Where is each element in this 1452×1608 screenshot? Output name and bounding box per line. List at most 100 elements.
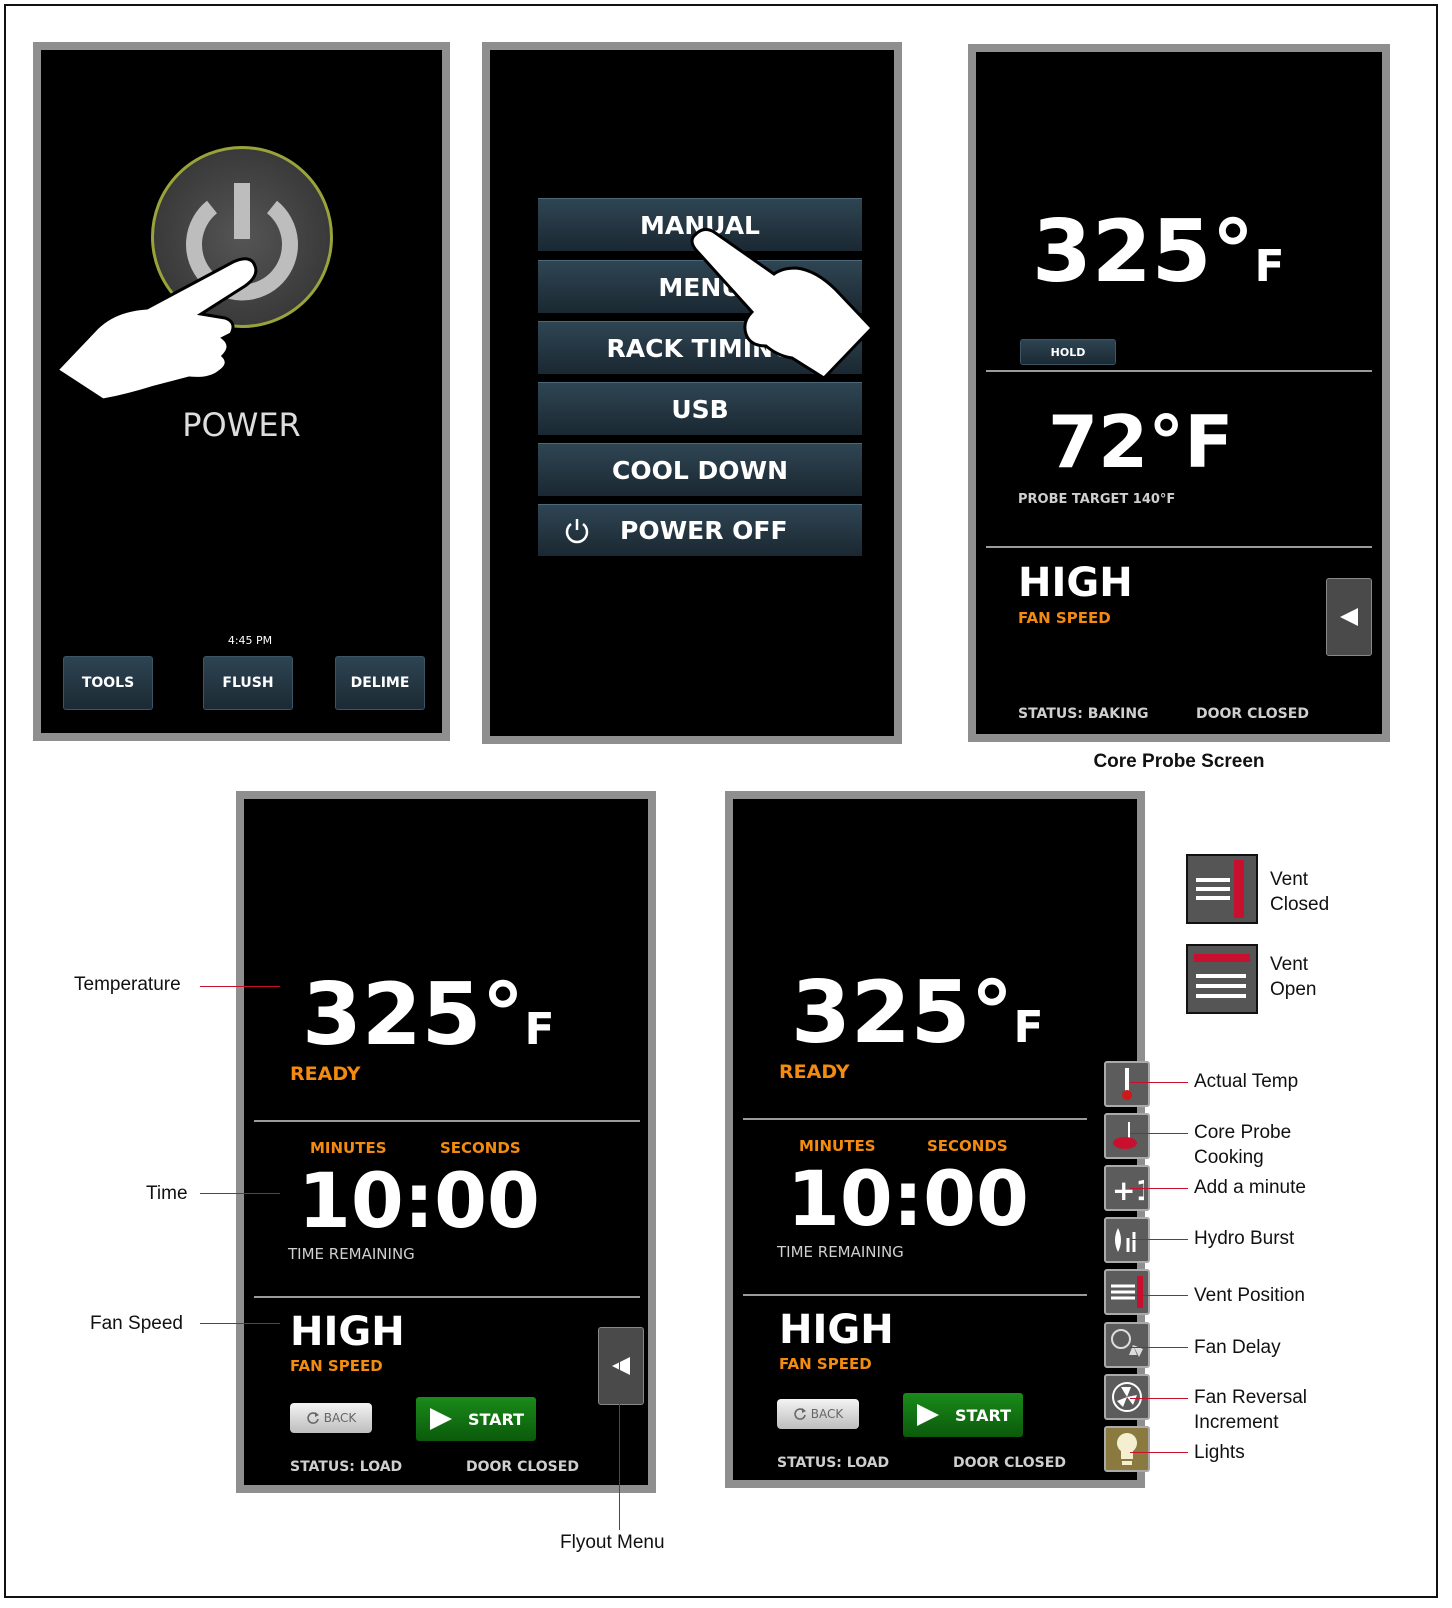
add-minute-annotation: Add a minute: [1194, 1177, 1306, 1198]
time-remaining-label: TIME REMAINING: [777, 1243, 904, 1261]
fan-reversal-annotation: Fan Reversal Increment: [1194, 1387, 1307, 1433]
fan-speed-value[interactable]: HIGH: [779, 1307, 894, 1353]
clock-time: 4:45 PM: [227, 634, 273, 647]
lights-button[interactable]: [1104, 1426, 1150, 1472]
power-icon: [565, 518, 589, 543]
menu-screen: MANUAL MENU RACK TIMING USB COOL DOWN PO…: [482, 42, 902, 744]
temperature-value: 325°: [791, 963, 1014, 1063]
door-status: DOOR CLOSED: [1196, 706, 1309, 722]
divider: [743, 1294, 1087, 1296]
power-screen-display: POWER 4:45 PM TOOLS FLUSH DELIME: [41, 50, 442, 733]
flush-button[interactable]: FLUSH: [203, 656, 293, 710]
hydro-burst-annotation: Hydro Burst: [1194, 1228, 1295, 1249]
fan-speed-label: FAN SPEED: [779, 1355, 872, 1373]
lights-leader: [1130, 1452, 1188, 1453]
core-probe-screen: 325°F HOLD 72°F PROBE TARGET 140°F HIGH …: [968, 44, 1390, 742]
vent-position-button[interactable]: [1104, 1269, 1150, 1315]
fan-reversal-button[interactable]: [1104, 1374, 1150, 1420]
fan-speed-label: FAN SPEED: [290, 1357, 383, 1375]
hydro-burst-leader: [1130, 1239, 1188, 1240]
vent-position-annotation: Vent Position: [1194, 1285, 1305, 1306]
flyout-menu-button[interactable]: [598, 1327, 644, 1405]
vent-closed-legend-icon: [1186, 854, 1258, 924]
oven-temperature: 325°F: [1032, 202, 1285, 317]
back-label: BACK: [810, 1407, 844, 1421]
divider: [254, 1120, 640, 1122]
arrow-left-icon: [1340, 608, 1358, 626]
fan-icon: [1112, 1382, 1142, 1412]
time-value[interactable]: 10:00: [787, 1151, 1029, 1247]
divider: [986, 546, 1372, 548]
delime-button[interactable]: DELIME: [335, 656, 425, 710]
divider: [986, 370, 1372, 372]
menu-item-usb[interactable]: USB: [538, 382, 862, 435]
menu-screen-display: MANUAL MENU RACK TIMING USB COOL DOWN PO…: [490, 50, 894, 736]
cooking-screen: 325°F READY MINUTES SECONDS 10:00 TIME R…: [236, 791, 656, 1493]
vent-open-icon: [1194, 954, 1250, 998]
core-probe-leader: [1130, 1133, 1188, 1134]
divider: [743, 1118, 1087, 1120]
vent-open-legend-icon: [1186, 944, 1258, 1014]
flyout-annotation: Flyout Menu: [560, 1532, 665, 1553]
fan-speed-leader: [200, 1323, 280, 1324]
flyout-leader: [619, 1362, 620, 1530]
status-text: STATUS: LOAD: [777, 1455, 890, 1471]
refresh-icon: [307, 1412, 319, 1424]
flyout-screen: 325°F READY MINUTES SECONDS 10:00 TIME R…: [725, 791, 1145, 1488]
actual-temp-button[interactable]: [1104, 1061, 1150, 1107]
status-text: STATUS: LOAD: [290, 1459, 403, 1475]
back-button[interactable]: BACK: [290, 1403, 372, 1433]
play-icon: [429, 1408, 452, 1430]
light-bulb-icon: [1117, 1433, 1137, 1465]
temperature-leader: [200, 986, 280, 987]
vent-closed-icon: [1111, 1276, 1143, 1308]
menu-item-cool-down[interactable]: COOL DOWN: [538, 443, 862, 496]
core-probe-annotation: Core Probe Cooking: [1194, 1122, 1292, 1168]
back-label: BACK: [323, 1411, 357, 1425]
fan-speed-annotation: Fan Speed: [90, 1313, 183, 1334]
svg-text:+1: +1: [1112, 1174, 1144, 1206]
pointing-hand-icon: [690, 228, 875, 380]
temperature-value: 325°: [1032, 202, 1255, 302]
menu-item-power-off[interactable]: POWER OFF: [538, 504, 862, 556]
time-leader: [200, 1193, 280, 1194]
hold-button[interactable]: HOLD: [1020, 339, 1116, 365]
core-probe-caption: Core Probe Screen: [1093, 751, 1265, 772]
power-label: POWER: [182, 406, 301, 444]
time-value[interactable]: 10:00: [298, 1153, 540, 1249]
fan-delay-button[interactable]: [1104, 1322, 1150, 1368]
vent-closed-icon: [1196, 860, 1244, 918]
flyout-screen-display: 325°F READY MINUTES SECONDS 10:00 TIME R…: [733, 799, 1137, 1480]
core-probe-button[interactable]: [1104, 1113, 1150, 1159]
refresh-icon: [794, 1408, 806, 1420]
pointing-hand-icon: [55, 257, 258, 402]
hydro-burst-button[interactable]: [1104, 1217, 1150, 1263]
thermometer-icon: [1122, 1068, 1132, 1100]
cooking-screen-display: 325°F READY MINUTES SECONDS 10:00 TIME R…: [244, 799, 648, 1485]
start-button[interactable]: START: [416, 1397, 536, 1441]
add-minute-leader: [1130, 1188, 1188, 1189]
power-screen: POWER 4:45 PM TOOLS FLUSH DELIME: [33, 42, 450, 741]
start-label: START: [467, 1409, 525, 1429]
fan-speed-label: FAN SPEED: [1018, 609, 1111, 627]
tools-button[interactable]: TOOLS: [63, 656, 153, 710]
flyout-menu-button[interactable]: [1326, 578, 1372, 656]
divider: [254, 1296, 640, 1298]
start-button[interactable]: START: [903, 1393, 1023, 1437]
time-remaining-label: TIME REMAINING: [288, 1245, 415, 1263]
ready-status: READY: [779, 1061, 850, 1083]
fan-clock-icon: [1111, 1329, 1143, 1357]
time-annotation: Time: [146, 1183, 188, 1204]
ready-status: READY: [290, 1063, 361, 1085]
fan-delay-leader: [1130, 1347, 1188, 1348]
vent-position-leader: [1130, 1295, 1188, 1296]
temperature-unit: F: [1013, 1002, 1044, 1053]
vent-closed-label: Vent Closed: [1270, 869, 1330, 915]
core-probe-screen-display: 325°F HOLD 72°F PROBE TARGET 140°F HIGH …: [976, 52, 1382, 734]
back-button[interactable]: BACK: [777, 1399, 859, 1429]
fan-reversal-leader: [1130, 1398, 1188, 1399]
fan-speed-value[interactable]: HIGH: [290, 1309, 405, 1355]
temperature-unit: F: [1254, 241, 1285, 292]
start-label: START: [954, 1405, 1012, 1425]
play-icon: [916, 1404, 939, 1426]
